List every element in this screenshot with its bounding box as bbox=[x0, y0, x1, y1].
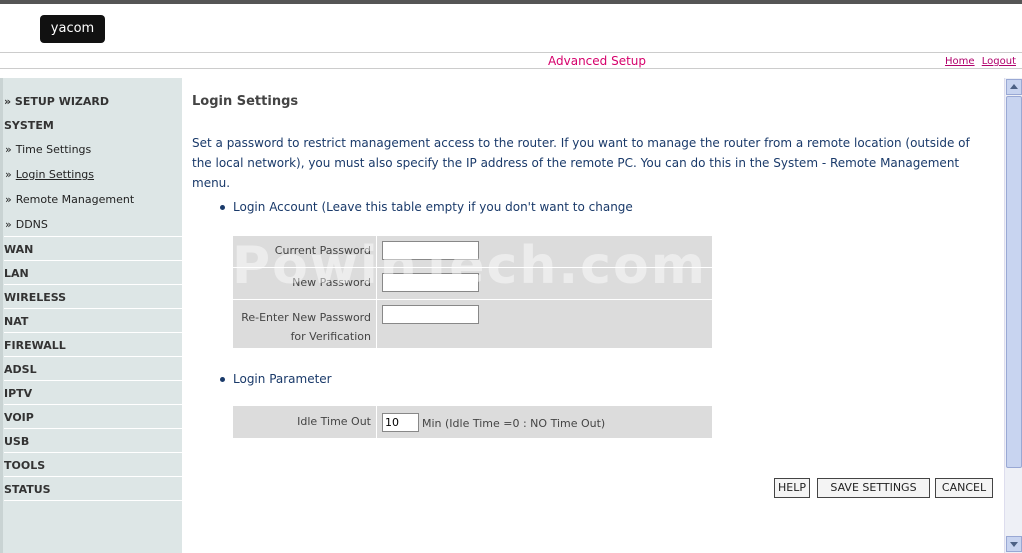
sidebar-item-firewall[interactable]: FIREWALL bbox=[4, 339, 182, 352]
arrow-down-icon bbox=[1010, 542, 1018, 547]
home-link[interactable]: Home bbox=[945, 56, 975, 67]
save-settings-button[interactable]: SAVE SETTINGS bbox=[817, 478, 930, 498]
main-content: Login Settings Set a password to restric… bbox=[182, 78, 1004, 553]
sidebar-subitem-login-settings[interactable]: » Login Settings bbox=[5, 168, 94, 181]
help-button[interactable]: HELP bbox=[774, 478, 810, 498]
new-password-input[interactable] bbox=[382, 273, 479, 292]
logout-link[interactable]: Logout bbox=[982, 56, 1016, 67]
divider bbox=[4, 284, 182, 285]
double-chevron-icon: » bbox=[5, 218, 12, 231]
page-title: Login Settings bbox=[192, 94, 299, 109]
table-row: Re-Enter New Password for Verification bbox=[233, 300, 712, 348]
current-password-input[interactable] bbox=[382, 241, 479, 260]
current-password-label: Current Password bbox=[274, 244, 371, 257]
divider bbox=[4, 332, 182, 333]
sidebar-item-wireless[interactable]: WIRELESS bbox=[4, 291, 182, 304]
scroll-thumb[interactable] bbox=[1006, 96, 1022, 468]
sidebar-item-usb[interactable]: USB bbox=[4, 435, 182, 448]
sidebar-item-nat[interactable]: NAT bbox=[4, 315, 182, 328]
reenter-password-label: Re-Enter New Password for Verification bbox=[241, 311, 371, 343]
divider bbox=[4, 404, 182, 405]
divider bbox=[4, 500, 182, 501]
login-parameter-table: Idle Time Out Min (Idle Time =0 : NO Tim… bbox=[233, 406, 712, 438]
double-chevron-icon: » bbox=[5, 143, 12, 156]
table-row: New Password bbox=[233, 268, 712, 300]
brand-logo: yacom bbox=[40, 15, 105, 43]
login-account-table: Current Password New Password Re-Enter N… bbox=[233, 236, 712, 348]
login-account-heading: Login Account (Leave this table empty if… bbox=[220, 200, 633, 214]
login-parameter-heading: Login Parameter bbox=[220, 372, 332, 386]
bullet-icon bbox=[220, 205, 225, 210]
sidebar-item-system[interactable]: SYSTEM bbox=[4, 119, 182, 132]
sidebar-nav: » SETUP WIZARD SYSTEM » Time Settings » Lo… bbox=[0, 78, 182, 553]
scroll-up-button[interactable] bbox=[1006, 79, 1022, 95]
sidebar-item-tools[interactable]: TOOLS bbox=[4, 459, 182, 472]
scroll-down-button[interactable] bbox=[1006, 536, 1022, 552]
reenter-password-input[interactable] bbox=[382, 305, 479, 324]
header: yacom bbox=[0, 4, 1022, 53]
idle-timeout-label: Idle Time Out bbox=[297, 415, 371, 428]
sidebar-item-lan[interactable]: LAN bbox=[4, 267, 182, 280]
sub-header: Advanced Setup Home Logout bbox=[0, 53, 1022, 69]
sidebar-item-voip[interactable]: VOIP bbox=[4, 411, 182, 424]
divider bbox=[4, 380, 182, 381]
vertical-scrollbar[interactable] bbox=[1004, 78, 1022, 553]
sidebar-item-adsl[interactable]: ADSL bbox=[4, 363, 182, 376]
sidebar-item-wan[interactable]: WAN bbox=[4, 243, 182, 256]
double-chevron-icon: » bbox=[5, 193, 12, 206]
divider bbox=[4, 236, 182, 237]
divider bbox=[4, 308, 182, 309]
cancel-button[interactable]: CANCEL bbox=[935, 478, 993, 498]
divider bbox=[4, 260, 182, 261]
sidebar-subitem-remote-management[interactable]: » Remote Management bbox=[5, 193, 134, 206]
idle-timeout-input[interactable] bbox=[382, 413, 419, 432]
table-row: Idle Time Out Min (Idle Time =0 : NO Tim… bbox=[233, 406, 712, 438]
bullet-icon bbox=[220, 377, 225, 382]
new-password-label: New Password bbox=[292, 276, 371, 289]
divider bbox=[4, 452, 182, 453]
sidebar-subitem-ddns[interactable]: » DDNS bbox=[5, 218, 48, 231]
divider bbox=[4, 356, 182, 357]
table-row: Current Password bbox=[233, 236, 712, 268]
idle-timeout-note: Min (Idle Time =0 : NO Time Out) bbox=[422, 417, 606, 430]
sidebar-subitem-time-settings[interactable]: » Time Settings bbox=[5, 143, 91, 156]
arrow-up-icon bbox=[1010, 84, 1018, 89]
sidebar-item-iptv[interactable]: IPTV bbox=[4, 387, 182, 400]
section-title: Advanced Setup bbox=[548, 54, 647, 68]
top-links: Home Logout bbox=[941, 56, 1016, 67]
double-chevron-icon: » bbox=[5, 168, 12, 181]
divider bbox=[4, 476, 182, 477]
sidebar-item-status[interactable]: STATUS bbox=[4, 483, 182, 496]
divider bbox=[4, 428, 182, 429]
page-description: Set a password to restrict management ac… bbox=[192, 136, 970, 190]
sidebar-item-setup-wizard[interactable]: » SETUP WIZARD bbox=[4, 95, 182, 108]
